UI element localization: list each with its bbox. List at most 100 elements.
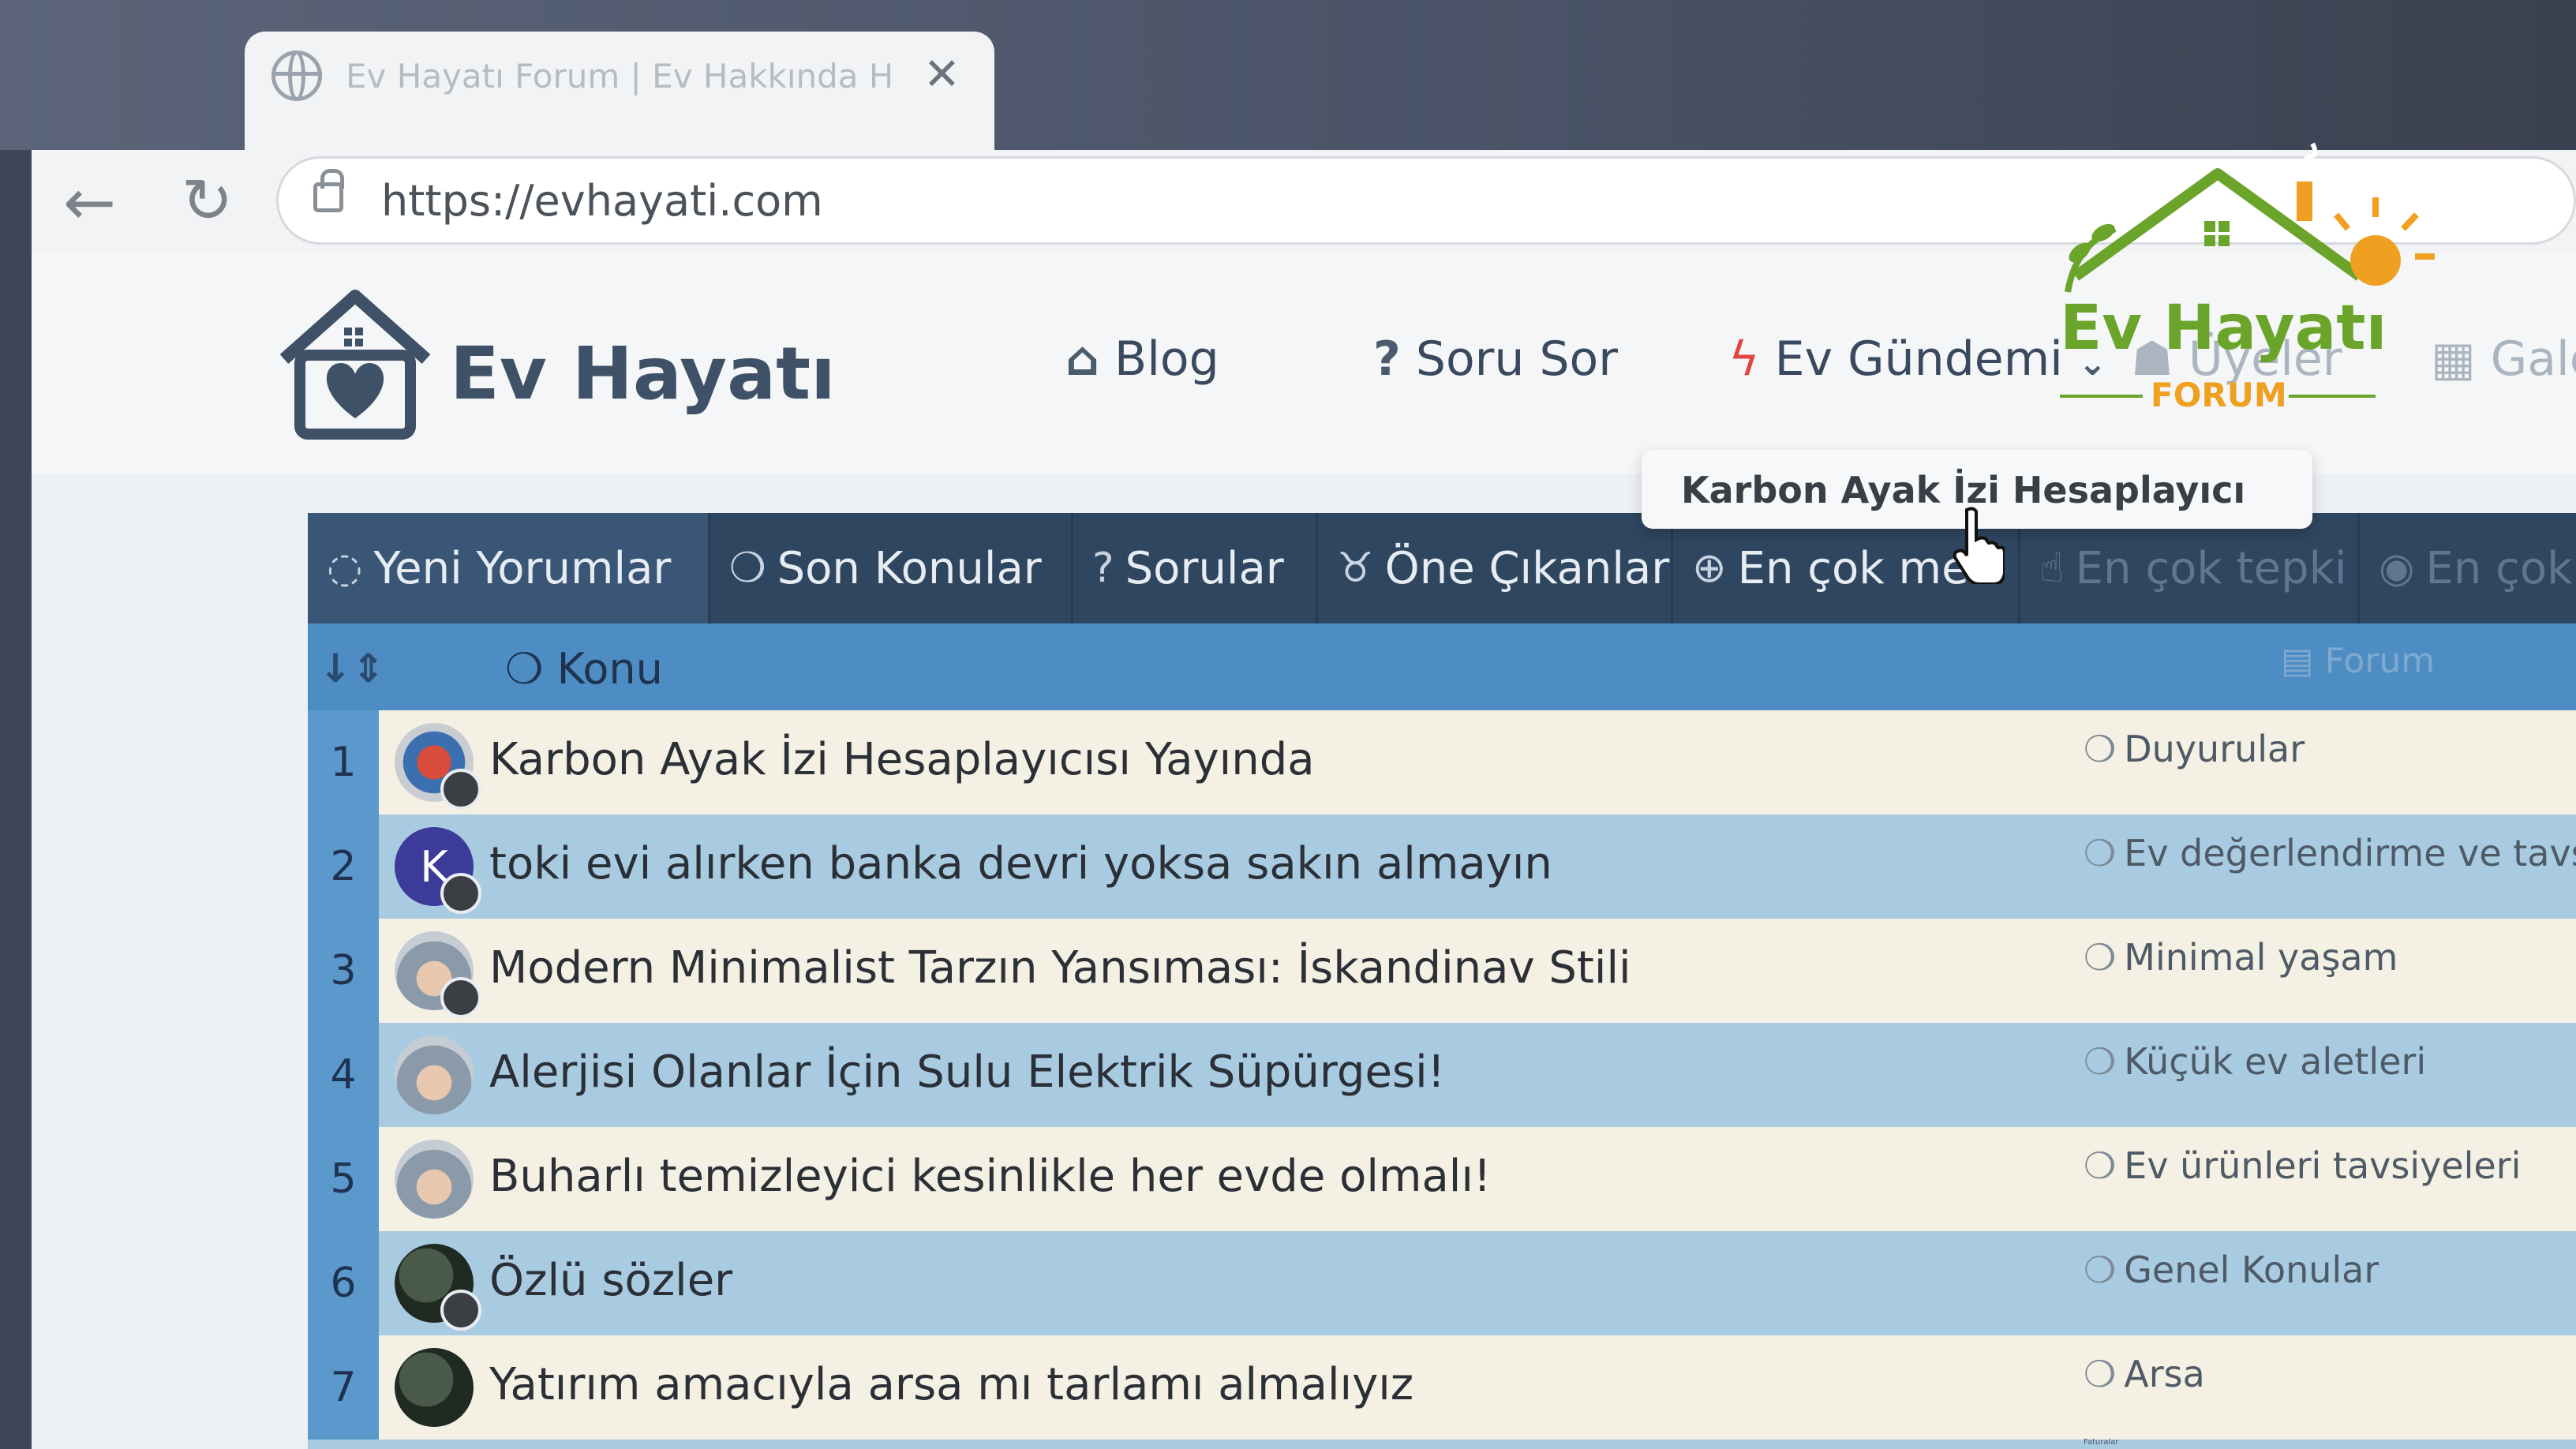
row-number: 6 bbox=[308, 1231, 379, 1335]
topic-category[interactable]: ❍ Duyurular bbox=[2084, 728, 2305, 770]
topic-title[interactable]: Karbon Ayak İzi Hesaplayıcısı Yayında bbox=[489, 734, 1315, 785]
row-number: 5 bbox=[308, 1127, 379, 1231]
table-row[interactable]: 3 Modern Minimalist Tarzın Yansıması: İs… bbox=[308, 919, 2576, 1023]
lock-icon bbox=[313, 169, 344, 212]
house-heart-logo-icon[interactable] bbox=[268, 284, 442, 442]
browser-tab[interactable]: Ev Hayatı Forum | Ev Hakkında Her ✕ bbox=[245, 32, 994, 158]
globe-icon bbox=[271, 51, 322, 101]
url-text[interactable]: https://evhayati.com bbox=[381, 176, 823, 226]
topic-category[interactable]: ❍ Arsa bbox=[2084, 1353, 2205, 1395]
tab-label: Sorular bbox=[1125, 542, 1284, 594]
avatar[interactable] bbox=[395, 1035, 474, 1114]
table-header: ↓⇕ ❍ Konu ▤ Forum bbox=[308, 623, 2576, 710]
comments-icon: ❍ bbox=[2084, 936, 2117, 979]
table-row[interactable]: 2 K toki evi alırken banka devri yoksa s… bbox=[308, 814, 2576, 919]
tab-label: En çok gö bbox=[2425, 542, 2576, 594]
tab-en-cok-tepki[interactable]: ☝ En çok tepki bbox=[2020, 513, 2360, 623]
topic-title[interactable]: toki evi alırken banka devri yoksa sakın… bbox=[489, 838, 1552, 889]
back-arrow-icon[interactable]: ← bbox=[63, 166, 116, 239]
hand-cursor-icon bbox=[1953, 507, 2005, 584]
ev-hayati-forum-logo: Ev Hayatı FORUM bbox=[2060, 142, 2435, 414]
topic-title[interactable]: Alerjisi Olanlar İçin Sulu Elektrik Süpü… bbox=[489, 1046, 1445, 1098]
comments-icon: ❍ bbox=[2084, 1249, 2117, 1291]
question-icon: ? bbox=[1373, 331, 1401, 387]
avatar[interactable] bbox=[395, 1348, 474, 1427]
tab-label: Yeni Yorumlar bbox=[373, 542, 672, 594]
category-label: Ev değerlendirme ve tavsiye bbox=[2124, 832, 2576, 874]
nav-ev-gundemi-label: Ev Gündemi bbox=[1774, 331, 2063, 387]
eye-icon: ◉ bbox=[2379, 545, 2415, 592]
tab-yeni-yorumlar[interactable]: ◌ Yeni Yorumlar bbox=[308, 513, 710, 623]
topic-title[interactable]: Buharlı temizleyici kesinlikle her evde … bbox=[489, 1151, 1491, 1202]
category-label: Arsa bbox=[2124, 1353, 2205, 1395]
status-dot-icon bbox=[440, 769, 481, 810]
category-label: Duyurular bbox=[2124, 728, 2305, 770]
tab-label: En çok tepki bbox=[2075, 542, 2347, 594]
topic-category[interactable]: ❍Ev değerlendirme ve tavsiye bbox=[2084, 832, 2576, 874]
row-number: 3 bbox=[308, 919, 379, 1023]
table-row[interactable]: 1 Karbon Ayak İzi Hesaplayıcısı Yayında … bbox=[308, 710, 2576, 814]
question-icon: ? bbox=[1092, 545, 1114, 592]
column-header-forum-label: Forum bbox=[2324, 641, 2436, 681]
comments-icon: ❍ bbox=[2084, 1353, 2117, 1395]
message-plus-icon: ⊕ bbox=[1692, 545, 1727, 592]
topic-category[interactable]: Faturalar bbox=[2084, 1438, 2118, 1447]
row-number: 1 bbox=[308, 710, 379, 814]
category-label: Faturalar bbox=[2084, 1438, 2119, 1447]
nav-galeri-label: Galer bbox=[2490, 331, 2576, 387]
topic-category[interactable]: ❍ Genel Konular bbox=[2084, 1249, 2379, 1291]
table-row[interactable]: 6 Özlü sözler ❍ Genel Konular bbox=[308, 1231, 2576, 1335]
avatar[interactable] bbox=[395, 1140, 474, 1219]
comments-icon: ❍ bbox=[2084, 1144, 2117, 1187]
brand-logo-subtitle: FORUM bbox=[2151, 376, 2287, 414]
nav-soru-sor-label: Soru Sor bbox=[1415, 331, 1618, 387]
status-dot-icon bbox=[440, 1290, 481, 1331]
tab-son-konular[interactable]: ❍ Son Konular bbox=[710, 513, 1073, 623]
comment-icon: ◌ bbox=[327, 545, 363, 592]
category-label: Ev ürünleri tavsiyeleri bbox=[2124, 1144, 2522, 1187]
nav-soru-sor[interactable]: ? Soru Sor bbox=[1373, 331, 1618, 387]
browser-tab-bar: Ev Hayatı Forum | Ev Hakkında Her ✕ bbox=[0, 0, 2576, 158]
brand-logo-title: Ev Hayatı bbox=[2060, 293, 2387, 364]
table-row[interactable]: Faturalar bbox=[308, 1438, 2576, 1449]
tab-title: Ev Hayatı Forum | Ev Hakkında Her bbox=[346, 57, 890, 95]
status-dot-icon bbox=[440, 873, 481, 914]
topic-title[interactable]: Özlü sözler bbox=[489, 1255, 732, 1306]
status-dot-icon bbox=[440, 977, 481, 1018]
nav-blog-label: Blog bbox=[1114, 331, 1219, 387]
close-tab-icon[interactable]: ✕ bbox=[923, 49, 960, 100]
sort-icon[interactable]: ↓⇕ bbox=[319, 646, 385, 691]
table-row[interactable]: 4 Alerjisi Olanlar İçin Sulu Elektrik Sü… bbox=[308, 1023, 2576, 1127]
reload-icon[interactable]: ↻ bbox=[182, 166, 233, 237]
tab-label: Son Konular bbox=[777, 542, 1042, 594]
bolt-icon: ϟ bbox=[1728, 331, 1760, 387]
medal-icon: ♉ bbox=[1337, 545, 1374, 592]
table-row[interactable]: 7 Yatırım amacıyla arsa mı tarlamı almal… bbox=[308, 1335, 2576, 1440]
site-logo-text[interactable]: Ev Hayatı bbox=[450, 331, 836, 416]
topic-category[interactable]: ❍ Küçük ev aletleri bbox=[2084, 1040, 2426, 1083]
column-header-konu[interactable]: ❍ Konu bbox=[505, 644, 663, 694]
topic-category[interactable]: ❍ Ev ürünleri tavsiyeleri bbox=[2084, 1144, 2521, 1187]
column-header-forum[interactable]: ▤ Forum bbox=[2281, 641, 2435, 681]
tab-sorular[interactable]: ? Sorular bbox=[1073, 513, 1318, 623]
comments-icon: ❍ bbox=[2084, 1040, 2117, 1083]
category-label: Minimal yaşam bbox=[2124, 936, 2398, 979]
category-label: Genel Konular bbox=[2124, 1249, 2379, 1291]
nav-blog[interactable]: ⌂ Blog bbox=[1065, 331, 1219, 387]
comments-icon: ❍ bbox=[505, 644, 544, 694]
tab-en-cok-goruntulenen[interactable]: ◉ En çok gö bbox=[2360, 513, 2576, 623]
table-row[interactable]: 5 Buharlı temizleyici kesinlikle her evd… bbox=[308, 1127, 2576, 1231]
topic-category[interactable]: ❍ Minimal yaşam bbox=[2084, 936, 2398, 979]
tab-label: Öne Çıkanlar bbox=[1384, 542, 1670, 594]
comments-icon: ❍ bbox=[2084, 832, 2117, 874]
category-label: Küçük ev aletleri bbox=[2124, 1040, 2427, 1083]
row-number: 2 bbox=[308, 814, 379, 919]
thumbs-up-icon: ☝ bbox=[2039, 545, 2065, 592]
row-number: 7 bbox=[308, 1335, 379, 1440]
forum-icon: ▤ bbox=[2281, 641, 2314, 681]
tab-one-cikanlar[interactable]: ♉ Öne Çıkanlar bbox=[1318, 513, 1673, 623]
forum-tabs: ◌ Yeni Yorumlar ❍ Son Konular ? Sorular … bbox=[308, 513, 2576, 623]
topic-title[interactable]: Yatırım amacıyla arsa mı tarlamı almalıy… bbox=[489, 1359, 1413, 1410]
comments-icon: ❍ bbox=[2084, 728, 2117, 770]
topic-title[interactable]: Modern Minimalist Tarzın Yansıması: İska… bbox=[489, 942, 1631, 994]
